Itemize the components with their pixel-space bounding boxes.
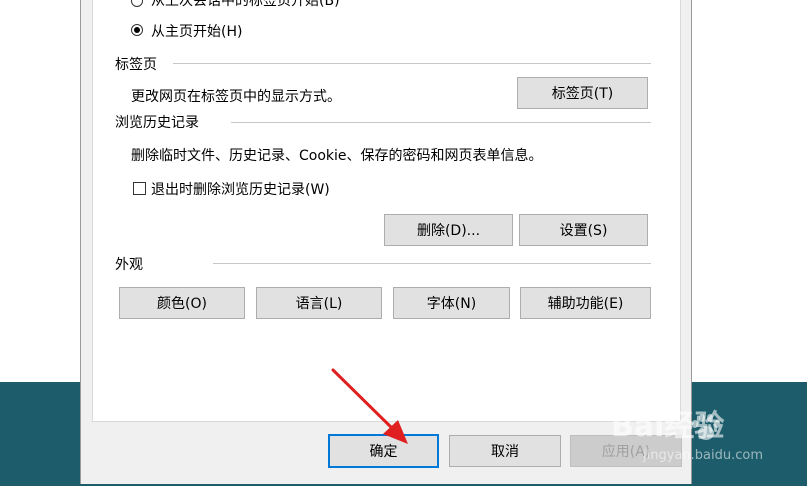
baidu-watermark-logo: Bai经验 [611,402,761,450]
watermark-url: jingyan.baidu.com [643,448,763,463]
